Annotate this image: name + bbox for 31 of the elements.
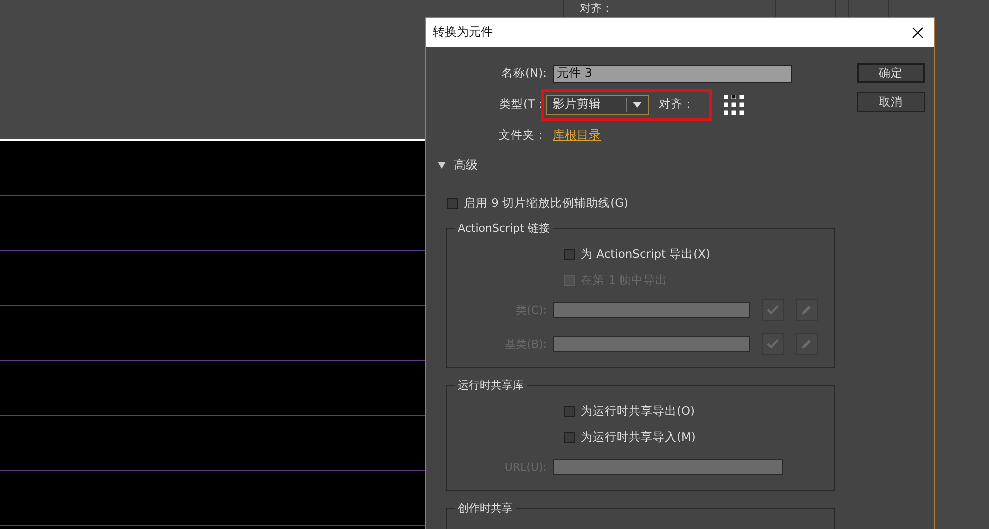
- cancel-button[interactable]: 取消: [857, 92, 925, 112]
- group-title: 创作时共享: [455, 501, 516, 516]
- checkbox[interactable]: [564, 406, 575, 416]
- group-title: 运行时共享库: [455, 378, 527, 393]
- align-label: 对齐：: [659, 97, 695, 112]
- advanced-toggle[interactable]: 高级: [438, 157, 478, 174]
- type-dropdown[interactable]: 影片剪辑: [546, 94, 649, 114]
- group-title: ActionScript 链接: [455, 221, 553, 236]
- check-icon: [767, 305, 779, 315]
- name-field[interactable]: 元件 3: [553, 64, 792, 82]
- pencil-icon: [801, 338, 813, 350]
- registration-grid-icon[interactable]: [724, 94, 744, 114]
- window-title: 转换为元件: [433, 24, 493, 41]
- validate-button[interactable]: [762, 299, 784, 321]
- name-label: 名称(N):: [500, 66, 548, 81]
- checkbox-label: 启用 9 切片缩放比例辅助线(G): [464, 196, 629, 211]
- checkbox[interactable]: [564, 248, 575, 260]
- checkbox-label: 为运行时共享导出(O): [581, 404, 696, 418]
- checkbox[interactable]: [447, 198, 458, 209]
- checkbox-label: 为运行时共享导入(M): [581, 430, 696, 444]
- pencil-icon: [801, 304, 813, 316]
- folder-link[interactable]: 库根目录: [553, 127, 601, 144]
- close-icon[interactable]: [912, 26, 924, 38]
- align-label: 对齐：: [580, 1, 613, 16]
- check-icon: [767, 339, 779, 349]
- ok-button[interactable]: 确定: [857, 63, 925, 83]
- validate-button[interactable]: [762, 333, 784, 355]
- folder-label: 文件夹：: [498, 128, 548, 143]
- caret-icon: [633, 102, 642, 108]
- checkbox[interactable]: [564, 432, 575, 442]
- checkbox-label: 为 ActionScript 导出(X): [581, 246, 711, 262]
